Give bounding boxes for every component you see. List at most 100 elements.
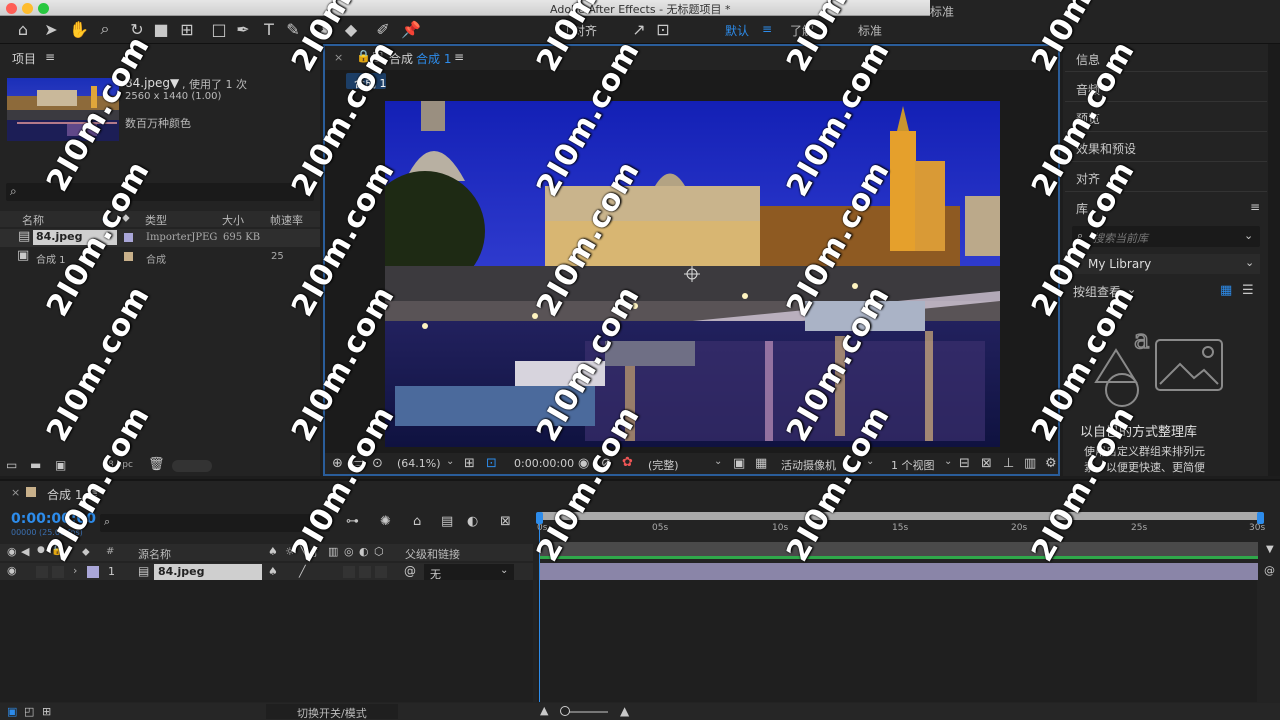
toggle-pixel-aspect-icon[interactable]: ⊟ [959, 456, 970, 471]
work-area-bar[interactable] [540, 542, 1258, 556]
eye-icon[interactable]: ◉ [7, 545, 17, 558]
composition-image[interactable] [385, 101, 1000, 447]
eye-icon[interactable]: ◉ [7, 564, 17, 577]
zoom-tool-icon[interactable]: ⌕ [94, 18, 116, 40]
column-type[interactable]: 类型 [145, 212, 167, 228]
adjustment-switch[interactable] [359, 566, 371, 578]
zoom-out-icon[interactable]: ▲ [540, 704, 548, 717]
close-tab-icon[interactable]: × [334, 51, 343, 64]
switches-adjustment-icon[interactable]: ◐ [359, 545, 369, 558]
label-tag-icon[interactable]: ⬥ [82, 545, 90, 559]
time-navigator[interactable] [537, 512, 1261, 520]
zoom-in-icon[interactable]: ▲ [620, 704, 629, 718]
draft-3d-icon[interactable]: ✺ [380, 514, 391, 529]
flowchart-icon[interactable]: ⊥ [1003, 456, 1014, 471]
workspace-default[interactable]: 默认 [725, 22, 749, 39]
home-icon[interactable]: ⌂ [12, 18, 34, 40]
pen-tool-icon[interactable]: ✒ [232, 18, 254, 40]
toggle-switches-modes-label[interactable]: 切换开关/模式 [297, 705, 367, 720]
pick-whip-icon[interactable]: @ [1264, 564, 1275, 577]
resolution-dropdown[interactable]: (完整) [648, 457, 679, 473]
layer-name[interactable]: 84.jpeg [154, 564, 262, 580]
column-size[interactable]: 大小 [222, 212, 244, 228]
settings-icon[interactable]: ⚙ [1045, 456, 1057, 471]
project-item-name[interactable]: 合成 1 [36, 251, 66, 266]
column-fps[interactable]: 帧速率 [270, 212, 303, 228]
workspace-menu-icon[interactable]: ≡ [762, 22, 772, 36]
selection-tool-icon[interactable]: ➤ [40, 18, 62, 40]
label-color-swatch[interactable] [124, 252, 133, 261]
switches-shy-icon[interactable]: ♠ [268, 545, 278, 558]
in-out-icon[interactable]: ⊞ [42, 705, 51, 718]
motion-blur-icon[interactable]: ◐ [467, 514, 478, 529]
shy-layers-icon[interactable]: ⌂ [413, 514, 421, 529]
graph-editor-icon[interactable]: ⊠ [500, 514, 511, 529]
viewer-tab-name[interactable]: 合成 1 [416, 50, 451, 67]
minimize-window-button[interactable] [22, 3, 33, 14]
chevron-down-icon[interactable]: ⌄ [944, 456, 952, 467]
transparency-grid-icon[interactable]: ▦ [755, 456, 767, 471]
hand-tool-icon[interactable]: ✋ [68, 18, 90, 40]
chevron-down-icon[interactable]: ⌄ [714, 456, 722, 467]
audio-icon[interactable]: ◀ [21, 545, 29, 558]
type-tool-icon[interactable]: T [258, 18, 280, 40]
list-view-icon[interactable]: ☰ [1242, 283, 1254, 298]
pan-behind-tool-icon[interactable]: ⊞ [176, 18, 198, 40]
composition-mini-flowchart-icon[interactable]: ⊶ [346, 514, 359, 529]
pick-whip-icon[interactable]: @ [404, 564, 416, 578]
snap-icon[interactable]: ↗ [628, 18, 650, 40]
layer-switches-icon[interactable]: ▣ [7, 705, 17, 718]
timeline-zoom-slider-handle[interactable] [560, 706, 570, 716]
library-select-value[interactable]: My Library [1088, 257, 1151, 271]
grid-view-icon[interactable]: ▦ [1220, 283, 1232, 298]
comp-end-marker-icon[interactable]: ▼ [1266, 544, 1274, 555]
project-panel-title[interactable]: 项目 [12, 50, 36, 67]
3d-switch[interactable] [375, 566, 387, 578]
right-panel-scrollbar[interactable] [1268, 44, 1280, 476]
thumbnail-slider[interactable] [172, 460, 212, 472]
frame-blending-icon[interactable]: ▤ [441, 514, 453, 529]
quality-switch-icon[interactable]: ╱ [299, 565, 306, 578]
camera-tool-icon[interactable]: ■ [150, 18, 172, 40]
timeline-icon[interactable]: ▥ [1024, 456, 1036, 471]
trash-icon[interactable]: 🗑 [148, 457, 165, 472]
fit-icon[interactable]: ⊞ [464, 456, 475, 471]
solo-toggle[interactable] [36, 566, 48, 578]
switches-frame-blend-icon[interactable]: ▥ [328, 545, 338, 558]
lock-toggle[interactable] [52, 566, 64, 578]
close-window-button[interactable] [6, 3, 17, 14]
column-parent[interactable]: 父级和链接 [405, 546, 460, 562]
viewer-menu-icon[interactable]: ≡ [454, 50, 464, 64]
chevron-down-icon[interactable]: ⌄ [1245, 256, 1254, 269]
snap-grid-icon[interactable]: ⊡ [652, 18, 674, 40]
switches-motion-blur-icon[interactable]: ◎ [344, 545, 354, 558]
shy-switch-icon[interactable]: ♠ [268, 565, 278, 578]
work-area-end-handle[interactable] [1257, 512, 1264, 524]
libraries-menu-icon[interactable]: ≡ [1250, 200, 1260, 214]
views-dropdown[interactable]: 1 个视图 [891, 457, 935, 473]
current-time[interactable]: 0:00:00:00 [514, 457, 574, 470]
interpret-footage-icon[interactable]: ▭ [6, 458, 17, 472]
chevron-down-icon[interactable]: ⌄ [500, 565, 508, 576]
new-composition-icon[interactable]: ▣ [55, 458, 66, 472]
transfer-controls-icon[interactable]: ◰ [24, 705, 34, 718]
zoom-dropdown[interactable]: (64.1%) [397, 457, 441, 470]
new-folder-icon[interactable]: ▬ [30, 458, 41, 472]
region-of-interest-icon[interactable]: ⊡ [486, 456, 497, 471]
fast-preview-icon[interactable]: ▣ [733, 456, 745, 471]
reset-exposure-icon[interactable]: ⊠ [981, 456, 992, 471]
layer-duration-bar[interactable] [540, 563, 1258, 580]
close-tab-icon[interactable]: × [11, 486, 20, 499]
chevron-down-icon[interactable]: ⌄ [446, 456, 454, 467]
zoom-window-button[interactable] [38, 3, 49, 14]
rectangle-tool-icon[interactable]: □ [208, 18, 230, 40]
project-panel-menu-icon[interactable]: ≡ [45, 50, 55, 64]
column-name[interactable]: 名称 [22, 212, 44, 228]
chevron-down-icon[interactable]: ⌄ [1244, 229, 1253, 242]
layer-label-swatch[interactable] [87, 566, 99, 578]
switches-3d-icon[interactable]: ⬡ [374, 545, 384, 558]
motion-blur-switch[interactable] [343, 566, 355, 578]
puppet-pin-tool-icon[interactable]: 📌 [400, 18, 422, 40]
label-color-swatch[interactable] [124, 233, 133, 242]
column-source-name[interactable]: 源名称 [138, 546, 171, 562]
